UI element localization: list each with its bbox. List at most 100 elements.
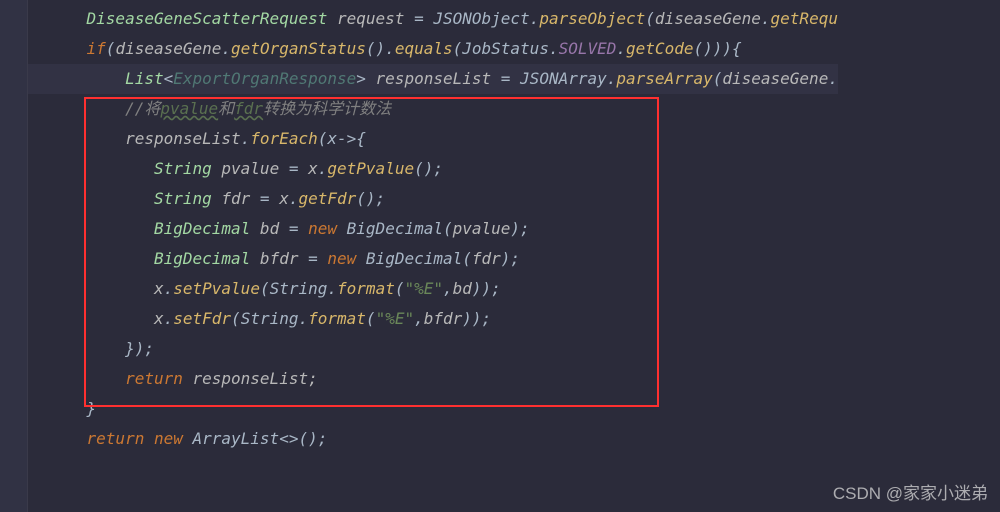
keyword-token: new bbox=[327, 249, 356, 268]
dot-token: . bbox=[607, 69, 617, 88]
type-token: BigDecimal bbox=[154, 249, 250, 268]
var-token: x bbox=[154, 309, 164, 328]
arg-token: diseaseGene bbox=[722, 69, 828, 88]
paren-token: ( bbox=[443, 219, 453, 238]
var-token: x bbox=[279, 189, 289, 208]
method-token: getPvalue bbox=[327, 159, 414, 178]
arg-token: bd bbox=[453, 279, 472, 298]
op-token: = bbox=[298, 249, 327, 268]
dot-token: . bbox=[241, 129, 251, 148]
dot-token: . bbox=[761, 9, 771, 28]
dot-token: . bbox=[221, 39, 231, 58]
dot-token: . bbox=[385, 39, 395, 58]
keyword-token: return bbox=[87, 429, 145, 448]
paren-token: ( bbox=[106, 39, 116, 58]
class-token: ArrayList bbox=[183, 429, 279, 448]
paren-token: }); bbox=[125, 339, 154, 358]
paren-token: ( bbox=[453, 39, 463, 58]
brace-token: } bbox=[87, 399, 97, 418]
dot-token: . bbox=[164, 309, 174, 328]
class-token: JSONObject bbox=[433, 9, 529, 28]
dot-token: . bbox=[616, 39, 626, 58]
var-token: fdr bbox=[212, 189, 251, 208]
dot-token: . bbox=[828, 69, 838, 88]
type-token: BigDecimal bbox=[154, 219, 250, 238]
method-token: forEach bbox=[250, 129, 317, 148]
code-line[interactable]: BigDecimal bd = new BigDecimal(pvalue); bbox=[28, 214, 838, 244]
op-token: = bbox=[404, 9, 433, 28]
paren-token: )); bbox=[472, 279, 501, 298]
watermark-text: CSDN @家家小迷弟 bbox=[833, 479, 988, 504]
var-token: responseList; bbox=[183, 369, 318, 388]
dot-token: . bbox=[530, 9, 540, 28]
class-token: BigDecimal bbox=[366, 249, 462, 268]
var-token: responseList bbox=[366, 69, 491, 88]
code-line[interactable]: return new ArrayList<>(); bbox=[28, 424, 838, 454]
method-token: setPvalue bbox=[173, 279, 260, 298]
var-token: bfdr bbox=[250, 249, 298, 268]
code-line[interactable]: } bbox=[28, 394, 838, 424]
comment-token: //将 bbox=[125, 99, 160, 118]
method-token: format bbox=[337, 279, 395, 298]
method-token: getFdr bbox=[298, 189, 356, 208]
paren-token: )); bbox=[462, 309, 491, 328]
method-token: getRequ bbox=[771, 9, 838, 28]
code-line[interactable]: DiseaseGeneScatterRequest request = JSON… bbox=[28, 4, 838, 34]
method-token: equals bbox=[395, 39, 453, 58]
code-line[interactable]: if(diseaseGene.getOrganStatus().equals(J… bbox=[28, 34, 838, 64]
arrow-token: ->{ bbox=[337, 129, 366, 148]
class-token: String bbox=[270, 279, 328, 298]
code-line[interactable]: String pvalue = x.getPvalue(); bbox=[28, 154, 838, 184]
code-line[interactable]: //将pvalue和fdr转换为科学计数法 bbox=[28, 94, 838, 124]
method-token: parseArray bbox=[616, 69, 712, 88]
var-token: pvalue bbox=[212, 159, 279, 178]
paren-token: ); bbox=[510, 219, 529, 238]
code-line[interactable]: x.setPvalue(String.format("%E",bd)); bbox=[28, 274, 838, 304]
var-token: diseaseGene bbox=[115, 39, 221, 58]
var-token: bd bbox=[250, 219, 279, 238]
type-token: String bbox=[154, 159, 212, 178]
paren-token: (); bbox=[414, 159, 443, 178]
comment-token: 和 bbox=[218, 99, 234, 118]
paren-token: ( bbox=[231, 309, 241, 328]
comma-token: , bbox=[443, 279, 453, 298]
dot-token: . bbox=[549, 39, 559, 58]
paren-token: (); bbox=[356, 189, 385, 208]
op-token: = bbox=[279, 159, 308, 178]
comment-pvalue-token: pvalue bbox=[160, 99, 218, 118]
string-token: "%E" bbox=[376, 309, 415, 328]
string-token: "%E" bbox=[404, 279, 443, 298]
code-line[interactable]: List<ExportOrganResponse> responseList =… bbox=[28, 64, 838, 94]
class-token: JobStatus bbox=[462, 39, 549, 58]
comment-token: 转换为科学计数法 bbox=[263, 99, 391, 118]
paren-token: ( bbox=[318, 129, 328, 148]
paren-token: ( bbox=[260, 279, 270, 298]
arg-token: bfdr bbox=[424, 309, 463, 328]
param-token: x bbox=[327, 129, 337, 148]
generic-token: ExportOrganResponse bbox=[173, 69, 356, 88]
paren-token: ( bbox=[645, 9, 655, 28]
paren-token: ( bbox=[713, 69, 723, 88]
method-token: format bbox=[308, 309, 366, 328]
dot-token: . bbox=[318, 159, 328, 178]
paren-token: ); bbox=[501, 249, 520, 268]
arg-token: fdr bbox=[472, 249, 501, 268]
method-token: getOrganStatus bbox=[231, 39, 366, 58]
paren-token: ())){ bbox=[693, 39, 741, 58]
keyword-token: return bbox=[125, 369, 183, 388]
code-line[interactable]: BigDecimal bfdr = new BigDecimal(fdr); bbox=[28, 244, 838, 274]
diamond-token: <>(); bbox=[279, 429, 327, 448]
paren-token: ( bbox=[366, 309, 376, 328]
var-token: x bbox=[154, 279, 164, 298]
paren-token: () bbox=[366, 39, 385, 58]
code-line[interactable]: x.setFdr(String.format("%E",bfdr)); bbox=[28, 304, 838, 334]
arg-token: diseaseGene bbox=[655, 9, 761, 28]
class-token: String bbox=[241, 309, 299, 328]
method-token: setFdr bbox=[173, 309, 231, 328]
code-line[interactable]: String fdr = x.getFdr(); bbox=[28, 184, 838, 214]
comment-fdr-token: fdr bbox=[234, 99, 263, 118]
code-editor[interactable]: DiseaseGeneScatterRequest request = JSON… bbox=[28, 0, 838, 458]
code-line[interactable]: return responseList; bbox=[28, 364, 838, 394]
code-line[interactable]: }); bbox=[28, 334, 838, 364]
code-line[interactable]: responseList.forEach(x->{ bbox=[28, 124, 838, 154]
